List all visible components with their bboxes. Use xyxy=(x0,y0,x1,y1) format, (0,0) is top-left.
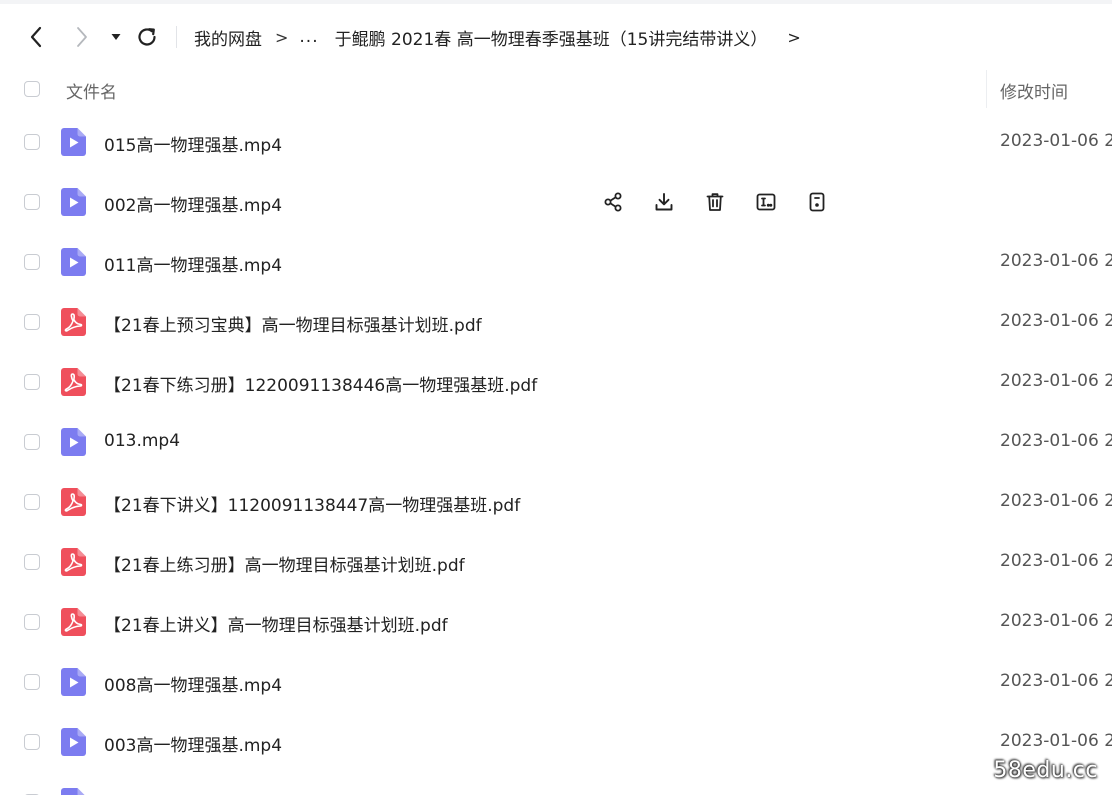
delete-icon xyxy=(704,191,726,213)
file-row[interactable]: 013.mp4 2023-01-06 2 xyxy=(0,412,1112,472)
file-name[interactable]: 【21春上讲义】高一物理目标强基计划班.pdf xyxy=(104,611,448,636)
file-row[interactable]: 002高一物理强基.mp4 xyxy=(0,172,1112,232)
row-checkbox[interactable] xyxy=(24,134,40,150)
file-name[interactable]: 【21春上预习宝典】高一物理目标强基计划班.pdf xyxy=(104,311,482,336)
refresh-icon xyxy=(136,26,158,48)
download-icon xyxy=(653,191,675,213)
file-row[interactable]: 015高一物理强基.mp4 2023-01-06 2 xyxy=(0,112,1112,172)
file-modified-time: 2023-01-06 2 xyxy=(1000,731,1112,751)
chevron-left-icon xyxy=(29,26,43,48)
back-button[interactable] xyxy=(20,16,52,58)
file-name[interactable]: 【21春上练习册】高一物理目标强基计划班.pdf xyxy=(104,551,465,576)
file-name[interactable]: 003高一物理强基.mp4 xyxy=(104,731,282,756)
file-modified-time: 2023-01-06 2 xyxy=(1000,251,1112,271)
video-file-icon xyxy=(61,188,86,216)
rename-icon xyxy=(755,191,777,213)
row-checkbox[interactable] xyxy=(24,374,40,390)
breadcrumb: 我的网盘 > ... 于鲲鹏 2021春 高一物理春季强基班（15讲完结带讲义）… xyxy=(194,16,801,58)
file-name[interactable]: 013.mp4 xyxy=(104,431,180,451)
breadcrumb-ellipsis[interactable]: ... xyxy=(299,27,318,47)
share-button[interactable] xyxy=(598,187,628,217)
file-name[interactable]: 002高一物理强基.mp4 xyxy=(104,191,282,216)
share-icon xyxy=(602,191,624,213)
file-row[interactable]: 【21春上预习宝典】高一物理目标强基计划班.pdf 2023-01-06 2 xyxy=(0,292,1112,352)
row-checkbox[interactable] xyxy=(24,614,40,630)
list-header: 文件名 修改时间 xyxy=(0,68,1112,110)
file-modified-time: 2023-01-06 2 xyxy=(1000,131,1112,151)
rename-button[interactable] xyxy=(751,187,781,217)
file-row[interactable]: 011高一物理强基.mp4 2023-01-06 2 xyxy=(0,232,1112,292)
row-checkbox[interactable] xyxy=(24,734,40,750)
video-file-icon xyxy=(61,788,86,795)
file-row[interactable]: 【21春下讲义】1120091138447高一物理强基班.pdf 2023-01-… xyxy=(0,472,1112,532)
more-icon xyxy=(806,191,828,213)
pdf-file-icon xyxy=(61,548,86,576)
row-checkbox[interactable] xyxy=(24,674,40,690)
column-divider[interactable] xyxy=(986,70,987,108)
breadcrumb-separator: > xyxy=(275,27,289,47)
breadcrumb-next-chevron[interactable]: > xyxy=(787,28,800,47)
pdf-file-icon xyxy=(61,488,86,516)
file-modified-time: 2023-01-06 2 xyxy=(1000,491,1112,511)
download-button[interactable] xyxy=(649,187,679,217)
caret-down-icon xyxy=(111,33,121,41)
file-list: 015高一物理强基.mp4 2023-01-06 2 002高一物理强基.mp4 01… xyxy=(0,112,1112,795)
file-modified-time: 2023-01-06 2 xyxy=(1000,431,1112,451)
row-checkbox[interactable] xyxy=(24,194,40,210)
file-manager-window: 我的网盘 > ... 于鲲鹏 2021春 高一物理春季强基班（15讲完结带讲义）… xyxy=(0,0,1112,795)
refresh-button[interactable] xyxy=(132,16,162,58)
breadcrumb-current-folder: 于鲲鹏 2021春 高一物理春季强基班（15讲完结带讲义） xyxy=(334,29,768,50)
file-modified-time: 2023-01-06 2 xyxy=(1000,551,1112,571)
forward-button[interactable] xyxy=(66,16,98,58)
file-name[interactable]: 015高一物理强基.mp4 xyxy=(104,131,282,156)
file-row[interactable]: 【21春上练习册】高一物理目标强基计划班.pdf 2023-01-06 2 xyxy=(0,532,1112,592)
file-row[interactable]: 008高一物理强基.mp4 2023-01-06 2 xyxy=(0,652,1112,712)
more-button[interactable] xyxy=(802,187,832,217)
file-modified-time: 2023-01-06 2 xyxy=(1000,671,1112,691)
pdf-file-icon xyxy=(61,308,86,336)
file-name[interactable]: 008高一物理强基.mp4 xyxy=(104,671,282,696)
video-file-icon xyxy=(61,728,86,756)
top-edge xyxy=(0,0,1112,4)
file-name[interactable]: 【21春下练习册】1220091138446高一物理强基班.pdf xyxy=(104,371,537,396)
column-header-modified-time[interactable]: 修改时间 xyxy=(1000,78,1068,103)
file-name[interactable]: 011高一物理强基.mp4 xyxy=(104,251,282,276)
row-checkbox[interactable] xyxy=(24,494,40,510)
delete-button[interactable] xyxy=(700,187,730,217)
file-modified-time: 2023-01-06 2 xyxy=(1000,311,1112,331)
file-row[interactable]: 【21春上讲义】高一物理目标强基计划班.pdf 2023-01-06 2 xyxy=(0,592,1112,652)
video-file-icon xyxy=(61,668,86,696)
file-modified-time: 2023-01-06 2 xyxy=(1000,371,1112,391)
row-actions xyxy=(598,186,853,218)
video-file-icon xyxy=(61,128,86,156)
file-row[interactable]: 【21春下练习册】1220091138446高一物理强基班.pdf 2023-01… xyxy=(0,352,1112,412)
file-row[interactable]: 003高一物理强基.mp4 2023-01-06 2 xyxy=(0,712,1112,772)
history-dropdown-button[interactable] xyxy=(104,16,128,58)
pdf-file-icon xyxy=(61,608,86,636)
row-checkbox[interactable] xyxy=(24,434,40,450)
video-file-icon xyxy=(61,248,86,276)
nav-divider xyxy=(176,26,177,48)
row-checkbox[interactable] xyxy=(24,554,40,570)
file-name[interactable]: 【21春下讲义】1120091138447高一物理强基班.pdf xyxy=(104,491,520,516)
chevron-right-icon xyxy=(75,26,89,48)
navigation-bar: 我的网盘 > ... 于鲲鹏 2021春 高一物理春季强基班（15讲完结带讲义）… xyxy=(0,16,1112,58)
watermark: 58edu.cc xyxy=(993,758,1098,783)
column-header-name[interactable]: 文件名 xyxy=(66,78,117,103)
pdf-file-icon xyxy=(61,368,86,396)
video-file-icon xyxy=(61,428,86,456)
row-checkbox[interactable] xyxy=(24,314,40,330)
select-all-checkbox[interactable] xyxy=(24,81,40,97)
breadcrumb-root[interactable]: 我的网盘 xyxy=(194,25,262,50)
file-modified-time: 2023-01-06 2 xyxy=(1000,611,1112,631)
file-row[interactable] xyxy=(0,772,1112,795)
row-checkbox[interactable] xyxy=(24,254,40,270)
